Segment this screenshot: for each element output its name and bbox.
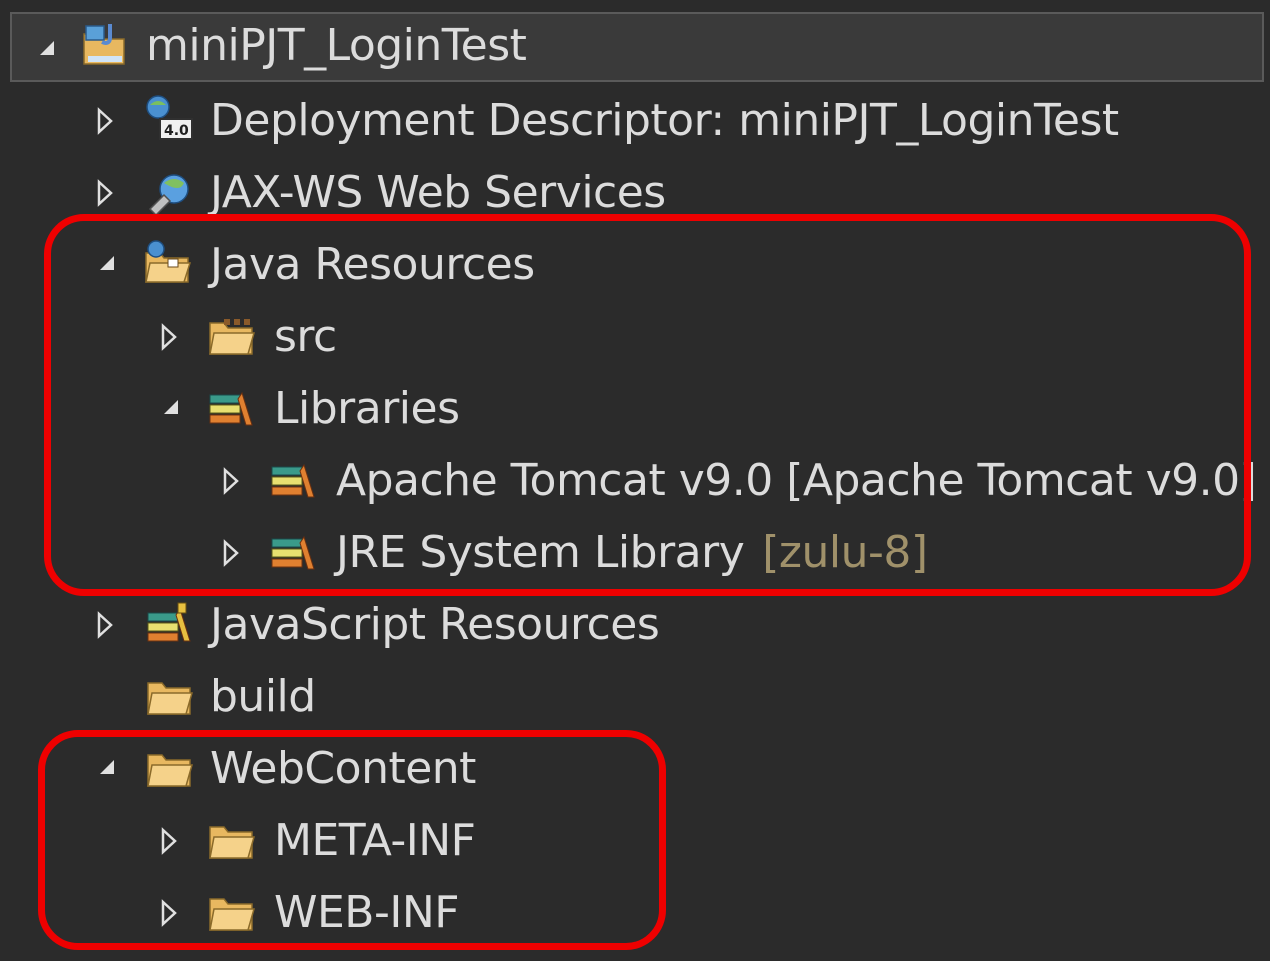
library-container-icon xyxy=(268,531,318,581)
collapsed-arrow-icon[interactable] xyxy=(92,605,118,645)
javascript-resources-icon xyxy=(144,601,194,651)
web-project-icon xyxy=(80,20,130,70)
tree-item-jax-ws[interactable]: JAX-WS Web Services xyxy=(0,157,1270,229)
tree-item-build[interactable]: build xyxy=(0,661,1270,733)
collapsed-arrow-icon[interactable] xyxy=(218,461,244,501)
tree-item-deployment-descriptor[interactable]: 4.0 Deployment Descriptor: miniPJT_Login… xyxy=(0,85,1270,157)
tree-item-libraries[interactable]: Libraries xyxy=(0,373,1270,445)
project-name-label: miniPJT_LoginTest xyxy=(146,20,527,71)
source-folder-icon xyxy=(206,313,256,363)
folder-icon xyxy=(206,819,256,869)
project-explorer-tree: miniPJT_LoginTest 4.0 Deployment Descrip… xyxy=(0,0,1270,961)
folder-icon xyxy=(144,747,194,797)
deployment-descriptor-icon: 4.0 xyxy=(142,93,193,143)
tree-item-jre-system-library[interactable]: JRE System Library [zulu-8] xyxy=(0,517,1270,589)
collapsed-arrow-icon[interactable] xyxy=(92,101,118,141)
expanded-arrow-icon[interactable] xyxy=(94,243,120,283)
libraries-icon xyxy=(206,387,256,437)
folder-icon xyxy=(206,891,256,941)
javascript-resources-label: JavaScript Resources xyxy=(210,599,660,650)
web-inf-label: WEB-INF xyxy=(274,887,460,938)
tree-item-apache-tomcat[interactable]: Apache Tomcat v9.0 [Apache Tomcat v9.0] xyxy=(0,445,1270,517)
tree-item-web-inf[interactable]: WEB-INF xyxy=(0,877,1270,949)
apache-tomcat-label: Apache Tomcat v9.0 [Apache Tomcat v9.0] xyxy=(336,455,1257,506)
build-label: build xyxy=(210,671,316,722)
tree-item-project-root[interactable]: miniPJT_LoginTest xyxy=(10,12,1264,82)
collapsed-arrow-icon[interactable] xyxy=(92,173,118,213)
expanded-arrow-icon[interactable] xyxy=(158,387,184,427)
collapsed-arrow-icon[interactable] xyxy=(218,533,244,573)
libraries-label: Libraries xyxy=(274,383,460,434)
deployment-descriptor-label: Deployment Descriptor: miniPJT_LoginTest xyxy=(210,95,1119,146)
collapsed-arrow-icon[interactable] xyxy=(156,317,182,357)
collapsed-arrow-icon[interactable] xyxy=(156,821,182,861)
tree-item-java-resources[interactable]: Java Resources xyxy=(0,229,1270,301)
java-resources-icon xyxy=(142,237,192,287)
webcontent-label: WebContent xyxy=(210,743,476,794)
tree-item-javascript-resources[interactable]: JavaScript Resources xyxy=(0,589,1270,661)
svg-text:4.0: 4.0 xyxy=(164,123,189,139)
jre-system-library-label: JRE System Library [zulu-8] xyxy=(336,517,928,589)
expanded-arrow-icon[interactable] xyxy=(34,28,60,68)
collapsed-arrow-icon[interactable] xyxy=(156,893,182,933)
folder-icon xyxy=(144,675,194,725)
tree-item-webcontent[interactable]: WebContent xyxy=(0,733,1270,805)
web-services-icon xyxy=(144,167,194,217)
jre-library-name: JRE System Library xyxy=(336,527,745,578)
java-resources-label: Java Resources xyxy=(210,239,535,290)
src-label: src xyxy=(274,311,337,362)
jax-ws-label: JAX-WS Web Services xyxy=(210,167,666,218)
meta-inf-label: META-INF xyxy=(274,815,476,866)
expanded-arrow-icon[interactable] xyxy=(94,747,120,787)
tree-item-meta-inf[interactable]: META-INF xyxy=(0,805,1270,877)
tree-item-src[interactable]: src xyxy=(0,301,1270,373)
jre-version-decoration: [zulu-8] xyxy=(762,527,928,578)
library-container-icon xyxy=(268,459,318,509)
